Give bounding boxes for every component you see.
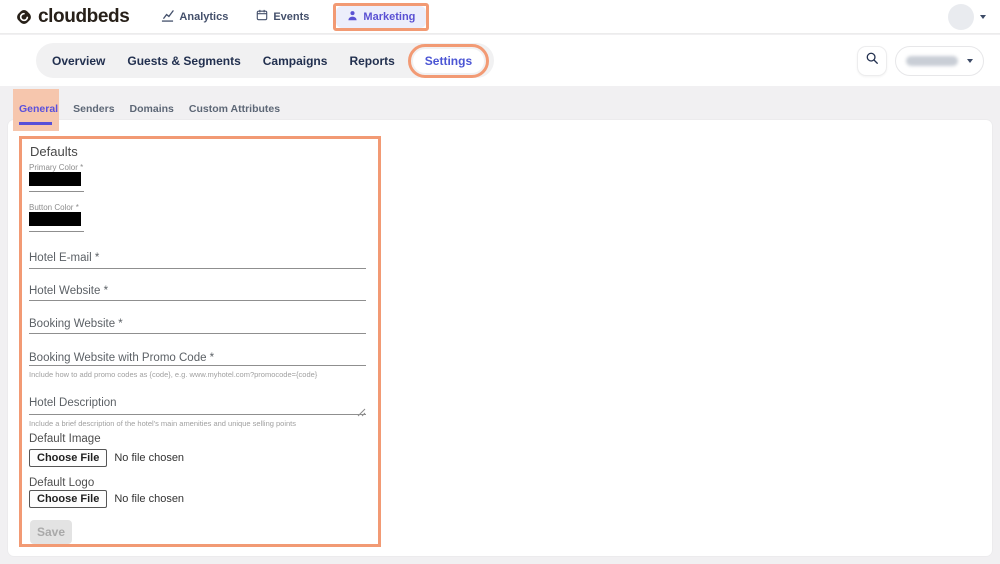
primary-color-label: Primary Color * — [29, 163, 83, 172]
default-logo-file-input: Choose File No file chosen — [29, 490, 184, 508]
cloudbeds-logo[interactable]: cloudbeds — [14, 6, 129, 28]
primary-color-swatch[interactable] — [29, 172, 81, 186]
default-image-label: Default Image — [29, 433, 101, 445]
hotel-description-help: Include a brief description of the hotel… — [29, 419, 296, 428]
property-dropdown[interactable] — [895, 46, 984, 76]
tab-guests-segments[interactable]: Guests & Segments — [116, 54, 251, 68]
default-logo-choose-file-button[interactable]: Choose File — [29, 490, 107, 508]
booking-promo-input[interactable] — [29, 365, 366, 366]
textarea-resize-icon[interactable] — [357, 404, 366, 422]
chevron-down-icon — [967, 59, 973, 63]
property-name-redacted — [906, 56, 958, 66]
search-icon — [865, 51, 879, 70]
booking-promo-label: Booking Website with Promo Code * — [29, 352, 214, 364]
button-color-underline — [29, 231, 84, 232]
tab-domains[interactable]: Domains — [130, 103, 174, 115]
hotel-description-textarea[interactable] — [29, 414, 366, 415]
booking-website-input[interactable] — [29, 333, 366, 334]
annotation-defaults-form: Defaults Primary Color * Button Color * … — [19, 136, 381, 547]
top-header: cloudbeds Analytics Events — [0, 0, 1000, 34]
nav-marketing[interactable]: Marketing — [336, 6, 426, 28]
person-icon — [347, 10, 358, 24]
analytics-chart-icon — [161, 9, 174, 25]
avatar[interactable] — [948, 4, 974, 30]
default-logo-file-status: No file chosen — [114, 493, 184, 505]
chevron-down-icon[interactable] — [980, 15, 986, 19]
hotel-description-label: Hotel Description — [29, 397, 117, 409]
tab-reports[interactable]: Reports — [338, 54, 405, 68]
settings-tabbar: General Senders Domains Custom Attribute… — [0, 96, 280, 122]
tab-general[interactable]: General — [19, 103, 58, 115]
primary-color-underline — [29, 191, 84, 192]
booking-website-label: Booking Website * — [29, 318, 123, 330]
save-button[interactable]: Save — [30, 520, 72, 544]
header-right — [948, 4, 986, 30]
tab-overview[interactable]: Overview — [41, 54, 116, 68]
nav-analytics-label: Analytics — [179, 11, 228, 23]
button-color-label: Button Color * — [29, 203, 79, 212]
subnav-right — [857, 46, 984, 76]
booking-promo-help: Include how to add promo codes as {code}… — [29, 370, 317, 379]
hotel-website-input[interactable] — [29, 300, 366, 301]
default-image-file-status: No file chosen — [114, 452, 184, 464]
annotation-marketing: Marketing — [333, 3, 429, 31]
button-color-swatch[interactable] — [29, 212, 81, 226]
hotel-email-label: Hotel E-mail * — [29, 252, 99, 264]
section-title: Defaults — [30, 144, 78, 159]
default-image-choose-file-button[interactable]: Choose File — [29, 449, 107, 467]
nav-marketing-label: Marketing — [363, 11, 415, 23]
hotel-website-label: Hotel Website * — [29, 285, 108, 297]
calendar-icon — [256, 9, 268, 24]
general-tab-underline — [19, 122, 52, 125]
hotel-email-input[interactable] — [29, 268, 366, 269]
cloudbeds-logo-text: cloudbeds — [38, 6, 129, 28]
nav-events[interactable]: Events — [248, 9, 317, 24]
tab-campaigns[interactable]: Campaigns — [252, 54, 339, 68]
screen: cloudbeds Analytics Events — [0, 0, 1000, 564]
default-image-file-input: Choose File No file chosen — [29, 449, 184, 467]
subnav-tabs: Overview Guests & Segments Campaigns Rep… — [36, 43, 494, 78]
tab-senders[interactable]: Senders — [73, 103, 114, 115]
annotation-settings: Settings — [408, 44, 489, 78]
cloudbeds-logo-icon — [14, 7, 34, 27]
tab-custom-attributes[interactable]: Custom Attributes — [189, 103, 280, 115]
default-logo-label: Default Logo — [29, 477, 94, 489]
tab-settings[interactable]: Settings — [413, 49, 484, 73]
marketing-subnav: Overview Guests & Segments Campaigns Rep… — [0, 35, 1000, 86]
nav-analytics[interactable]: Analytics — [153, 9, 236, 25]
search-button[interactable] — [857, 46, 887, 76]
nav-events-label: Events — [273, 11, 309, 23]
header-nav: Analytics Events Marketing — [153, 3, 429, 31]
